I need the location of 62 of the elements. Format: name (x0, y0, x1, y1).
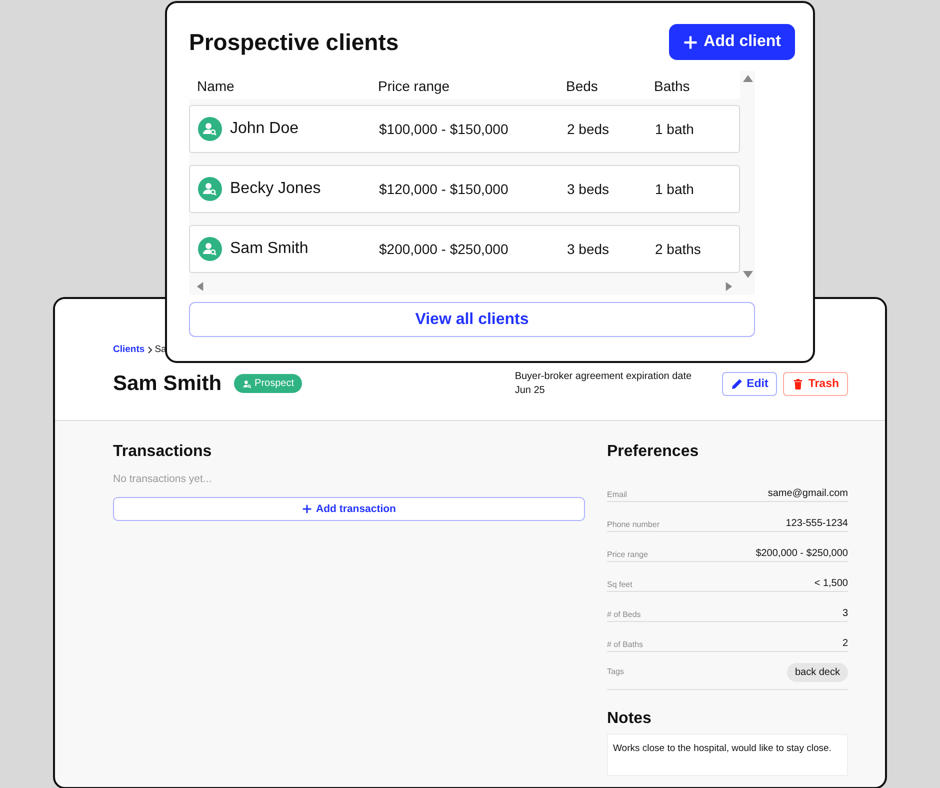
column-header: Price range (378, 78, 451, 96)
pencil-icon (730, 378, 743, 390)
scroll-up-icon[interactable] (742, 74, 752, 83)
table-cell-text: 1 bath (655, 121, 695, 137)
section-title: Transactions (113, 443, 213, 461)
status-label: Prospect (254, 378, 294, 389)
field-label: # of Baths (607, 640, 644, 649)
table-cell-text: 3 beds (567, 241, 610, 257)
field-value: $200,000 - $250,000 (756, 548, 848, 559)
client-row[interactable]: Becky Jones $120,000 - $150,000 3 beds 1 bath (189, 165, 740, 213)
field-label: Phone number (607, 520, 660, 529)
table-cell-text: 2 beds (567, 121, 610, 137)
field-label: Email (607, 490, 628, 499)
client-name: Sam Smith (113, 372, 222, 396)
view-all-button[interactable]: View all clients (189, 302, 755, 337)
person-search-icon (242, 378, 252, 388)
empty-message: No transactions yet... (113, 473, 213, 485)
client-name: Sam Smith (230, 240, 308, 258)
client-name: Becky Jones (230, 180, 321, 198)
person-search-icon (198, 177, 222, 201)
scroll-left-icon[interactable] (195, 282, 205, 290)
client-name: John Doe (230, 120, 298, 138)
tag-chip: back deck (786, 663, 848, 682)
field-value: 3 (842, 608, 848, 619)
field-label: Tags (607, 666, 624, 676)
chevron-right-icon (146, 346, 154, 354)
field-label: # of Beds (607, 610, 641, 619)
plus-icon (682, 34, 698, 50)
table-cell-text: 2 baths (655, 241, 702, 257)
scroll-right-icon[interactable] (724, 282, 734, 290)
panel-title: Prospective clients (189, 28, 399, 56)
field-label: Price range (607, 550, 648, 559)
trash-icon (792, 378, 804, 390)
scroll-down-icon[interactable] (742, 270, 752, 279)
table-cell-text: $120,000 - $150,000 (379, 181, 510, 197)
breadcrumb-link[interactable]: Clients (113, 344, 145, 355)
section-title: Notes (607, 710, 652, 728)
field-label: Sq feet (607, 580, 632, 589)
agreement-date: Jun 25 (514, 385, 546, 396)
add-client-button[interactable]: Add client (668, 24, 795, 60)
field-value: 123-555-1234 (786, 518, 848, 529)
plus-icon (302, 504, 312, 514)
client-row[interactable]: Sam Smith $200,000 - $250,000 3 beds 2 baths (189, 225, 740, 273)
column-header: Baths (654, 78, 691, 96)
field-value: same@gmail.com (768, 488, 848, 499)
table-cell-text: 1 bath (655, 181, 695, 197)
add-transaction-button[interactable]: Add transaction (113, 497, 585, 521)
edit-button[interactable]: Edit (722, 372, 778, 396)
person-search-icon (198, 117, 222, 141)
client-row[interactable]: John Doe $100,000 - $150,000 2 beds 1 bath (189, 105, 740, 153)
notes-text: Works close to the hospital, would like to stay close. (607, 734, 848, 776)
agreement-label: Buyer-broker agreement expiration date (514, 371, 692, 382)
field-value: < 1,500 (814, 578, 848, 589)
section-title: Preferences (607, 443, 700, 461)
trash-button[interactable]: Trash (783, 372, 848, 396)
table-cell-text: 3 beds (567, 181, 610, 197)
table-cell-text: $200,000 - $250,000 (379, 241, 510, 257)
person-search-icon (198, 237, 222, 261)
column-header: Name (197, 78, 236, 96)
column-header: Beds (566, 78, 599, 96)
field-value: 2 (842, 638, 848, 649)
table-cell-text: $100,000 - $150,000 (379, 121, 510, 137)
